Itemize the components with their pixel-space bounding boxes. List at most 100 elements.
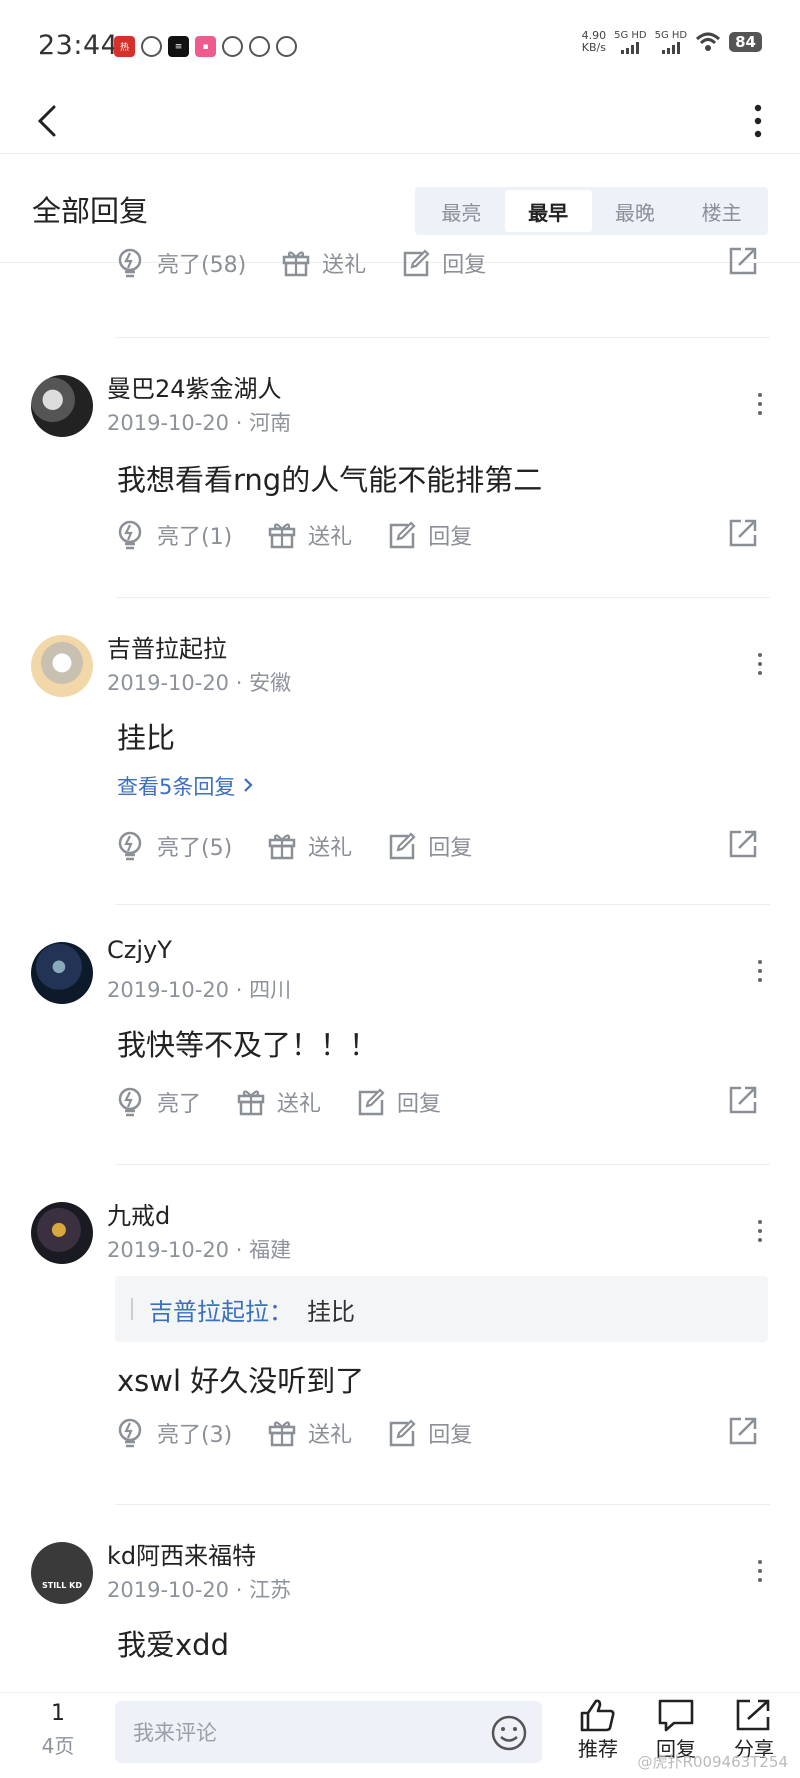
gift-button[interactable]: 送礼 [235, 1086, 321, 1118]
signal-bars-icon [661, 42, 680, 54]
signal-1: 5G HD [614, 30, 647, 54]
gift-icon [282, 251, 310, 277]
comment-meta: 2019-10-20 · 河南 [107, 411, 292, 435]
share-button[interactable] [727, 516, 759, 552]
username[interactable]: 九戒d [107, 1196, 170, 1231]
comment-actions: 亮了 送礼 回复 [115, 1079, 771, 1125]
comment-more-button[interactable] [750, 653, 770, 675]
share-icon [729, 247, 757, 275]
share-button[interactable] [727, 1414, 759, 1450]
comment-more-button[interactable] [750, 960, 770, 982]
comment-text: 我爱xdd [117, 1628, 229, 1662]
gift-button[interactable]: 送礼 [266, 830, 352, 862]
reply-label: 回复 [442, 253, 487, 278]
emoji-icon [491, 1715, 527, 1751]
tab-earliest[interactable]: 最早 [504, 190, 592, 232]
share-icon [729, 1417, 757, 1445]
share-icon [729, 830, 757, 858]
more-vertical-icon [754, 104, 762, 138]
comment-date: 2019-10-20 [107, 978, 230, 1002]
username[interactable]: 曼巴24紫金湖人 [107, 369, 282, 404]
like-label: 亮了(3) [157, 1423, 233, 1448]
edit-icon [389, 521, 416, 549]
gift-button[interactable]: 送礼 [266, 519, 352, 551]
comment-meta: 2019-10-20 · 江苏 [107, 1578, 292, 1602]
battery-icon: 84 [729, 32, 762, 52]
chevron-right-icon [244, 778, 253, 792]
comment-more-button[interactable] [750, 1220, 770, 1242]
edit-icon [389, 1419, 416, 1447]
comment-location: 安徽 [249, 671, 292, 695]
avatar[interactable]: STILL KD [31, 1542, 93, 1604]
status-bar: 23:44 热 ≡ ▪ 4.90 KB/s 5G HD 5G HD 84 [0, 0, 800, 90]
edit-icon [403, 249, 430, 277]
share-icon [736, 1699, 770, 1731]
username[interactable]: CzjyY [107, 936, 172, 964]
quote-username: 吉普拉起拉： [149, 1297, 293, 1326]
like-button[interactable]: 亮了(1) [115, 519, 232, 551]
reply-button[interactable]: 回复 [355, 1086, 441, 1118]
gift-icon [268, 523, 296, 549]
gift-icon [237, 1090, 265, 1116]
share-button[interactable] [727, 1083, 759, 1119]
recommend-button[interactable]: 推荐 [578, 1697, 618, 1762]
page-current: 1 [51, 1701, 65, 1726]
reply-button[interactable]: 回复 [386, 830, 472, 862]
share-button[interactable] [727, 244, 759, 280]
username[interactable]: 吉普拉起拉 [107, 629, 227, 664]
page-total: 4页 [41, 1734, 75, 1758]
share-button[interactable] [727, 827, 759, 863]
app-icon-4: ▪ [195, 36, 216, 57]
like-button[interactable]: 亮了(3) [115, 1417, 232, 1449]
lightbulb-icon [118, 831, 142, 861]
comment-date: 2019-10-20 [107, 671, 230, 695]
tab-op-only[interactable]: 楼主 [678, 190, 765, 232]
net-speed: 4.90 KB/s [582, 30, 607, 54]
emoji-button[interactable] [490, 1714, 528, 1757]
thumbs-up-icon [580, 1699, 615, 1732]
comment-actions: 亮了(3) 送礼 回复 [115, 1410, 771, 1456]
wechat-icon [249, 36, 270, 57]
lightbulb-icon [118, 520, 142, 550]
divider [115, 904, 770, 905]
comment-more-button[interactable] [750, 393, 770, 415]
gift-label: 送礼 [308, 525, 353, 550]
gift-button[interactable]: 送礼 [266, 1417, 352, 1449]
reply-button[interactable]: 回复 [386, 1417, 472, 1449]
lightbulb-icon [118, 1418, 142, 1448]
view-replies-link[interactable]: 查看5条回复 [117, 771, 254, 801]
comment-meta: 2019-10-20 · 安徽 [107, 671, 292, 695]
like-button[interactable]: 亮了(58) [115, 247, 246, 279]
more-options-button[interactable] [738, 96, 778, 146]
chevron-left-icon [37, 105, 56, 137]
avatar[interactable] [31, 635, 93, 697]
signal-2-label: 5G HD [654, 30, 688, 41]
avatar[interactable] [31, 942, 93, 1004]
avatar[interactable] [31, 1202, 93, 1264]
comment-input[interactable]: 我来评论 [115, 1701, 542, 1763]
username[interactable]: kd阿西来福特 [107, 1536, 256, 1571]
share-icon [729, 519, 757, 547]
gift-label: 送礼 [322, 253, 367, 278]
view-replies-label: 查看5条回复 [117, 775, 236, 799]
tab-brightest[interactable]: 最亮 [418, 190, 505, 232]
divider [115, 1164, 770, 1165]
quoted-reply[interactable]: 吉普拉起拉： 挂比 [115, 1276, 768, 1342]
comment-location: 福建 [249, 1238, 292, 1262]
like-button[interactable]: 亮了 [115, 1086, 201, 1118]
gift-icon [268, 1421, 296, 1447]
back-button[interactable] [22, 96, 72, 146]
tab-latest[interactable]: 最晚 [592, 190, 679, 232]
reply-button[interactable]: 回复 [400, 247, 486, 279]
reply-label: 回复 [428, 525, 473, 550]
status-indicators: 4.90 KB/s 5G HD 5G HD 84 [582, 30, 762, 54]
bottom-bar: 1 4页 我来评论 推荐 回复 分享 @虎扑R009463T254 [0, 1692, 800, 1778]
lightbulb-icon [118, 1087, 142, 1117]
page-indicator[interactable]: 1 4页 [34, 1701, 82, 1759]
like-button[interactable]: 亮了(5) [115, 830, 232, 862]
avatar[interactable] [31, 375, 93, 437]
comment-more-button[interactable] [750, 1560, 770, 1582]
gift-button[interactable]: 送礼 [280, 247, 366, 279]
reply-button[interactable]: 回复 [386, 519, 472, 551]
divider [115, 597, 770, 598]
